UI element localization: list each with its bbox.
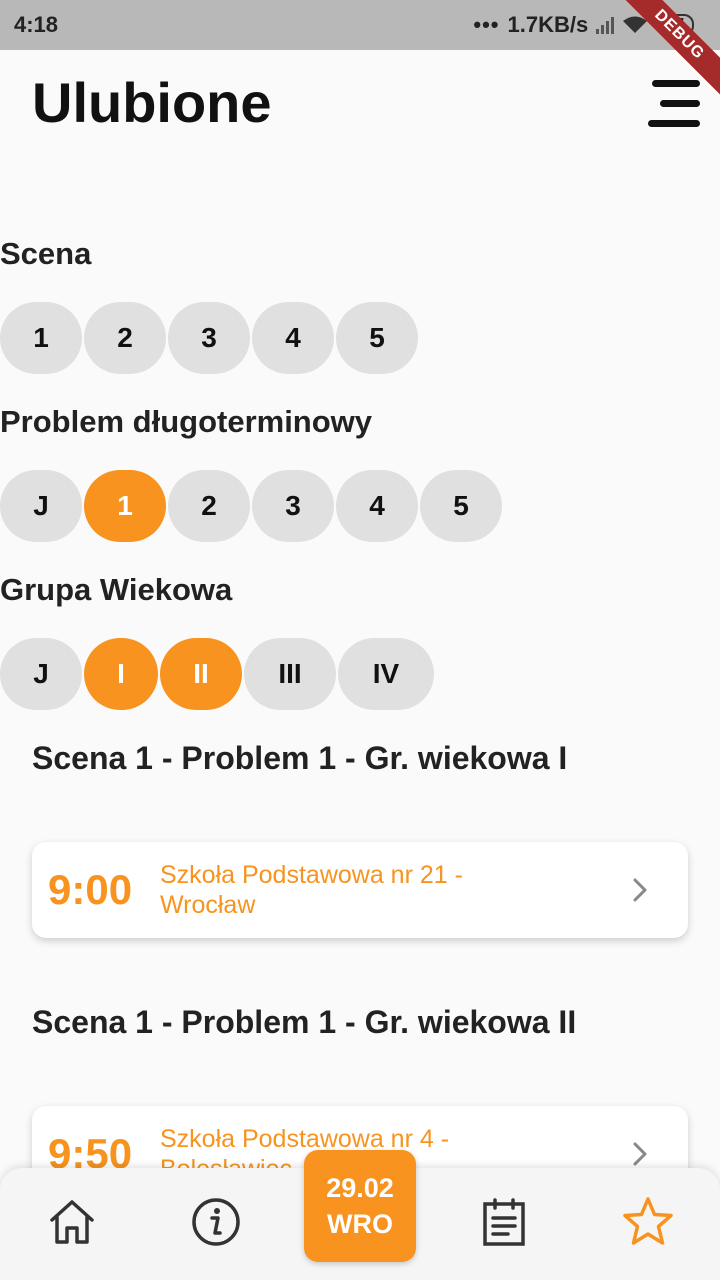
scena-chip-2[interactable]: 2: [84, 302, 166, 374]
event-place: Szkoła Podstawowa nr 21 - Wrocław: [160, 861, 463, 919]
network-speed: 1.7KB/s: [507, 12, 589, 37]
scena-chip-5[interactable]: 5: [336, 302, 418, 374]
problem-chip-j[interactable]: J: [0, 470, 82, 542]
status-time: 4:18: [14, 12, 59, 37]
event-card[interactable]: 9:00 Szkoła Podstawowa nr 21 - Wrocław: [32, 842, 688, 938]
nav-schedule[interactable]: [476, 1194, 532, 1250]
problem-filter-label: Problem długoterminowy: [0, 404, 373, 439]
scena-chip-4[interactable]: 4: [252, 302, 334, 374]
problem-chip-1[interactable]: 1: [84, 470, 166, 542]
grupa-chip-row: J I II III IV: [0, 638, 436, 710]
scena-chip-row: 1 2 3 4 5: [0, 302, 420, 374]
group-title: Scena 1 - Problem 1 - Gr. wiekowa I: [32, 740, 568, 776]
problem-chip-4[interactable]: 4: [336, 470, 418, 542]
scena-filter-label: Scena: [0, 236, 92, 271]
menu-button[interactable]: [646, 80, 702, 130]
grupa-filter-label: Grupa Wiekowa: [0, 572, 233, 607]
scena-chip-3[interactable]: 3: [168, 302, 250, 374]
nav-home[interactable]: [44, 1194, 100, 1250]
schedule-icon: [483, 1198, 525, 1246]
status-bar: 4:18 ••• 1.7KB/s 37: [0, 0, 720, 50]
grupa-chip-ii[interactable]: II: [160, 638, 242, 710]
grupa-chip-i[interactable]: I: [84, 638, 158, 710]
grupa-chip-j[interactable]: J: [0, 638, 82, 710]
nav-info[interactable]: [188, 1194, 244, 1250]
problem-chip-row: J 1 2 3 4 5: [0, 470, 504, 542]
star-icon: [623, 1197, 673, 1245]
more-dots-icon: •••: [473, 12, 500, 37]
scena-chip-1[interactable]: 1: [0, 302, 82, 374]
grupa-chip-iii[interactable]: III: [244, 638, 336, 710]
nav-favorites[interactable]: [620, 1194, 676, 1250]
grupa-chip-iv[interactable]: IV: [338, 638, 434, 710]
event-time: 9:00: [48, 866, 133, 913]
home-icon: [50, 1200, 94, 1244]
problem-chip-5[interactable]: 5: [420, 470, 502, 542]
problem-chip-2[interactable]: 2: [168, 470, 250, 542]
info-icon: [192, 1198, 240, 1246]
problem-chip-3[interactable]: 3: [252, 470, 334, 542]
event-date-button[interactable]: 29.02 WRO: [304, 1150, 416, 1262]
chevron-right-icon: [633, 878, 647, 902]
chevron-right-icon: [633, 1142, 647, 1166]
page-title: Ulubione: [32, 71, 272, 134]
event-date-city: WRO: [327, 1209, 393, 1239]
group-title: Scena 1 - Problem 1 - Gr. wiekowa II: [32, 1004, 577, 1040]
event-date-day: 29.02: [326, 1173, 394, 1203]
signal-icon: [596, 16, 615, 34]
